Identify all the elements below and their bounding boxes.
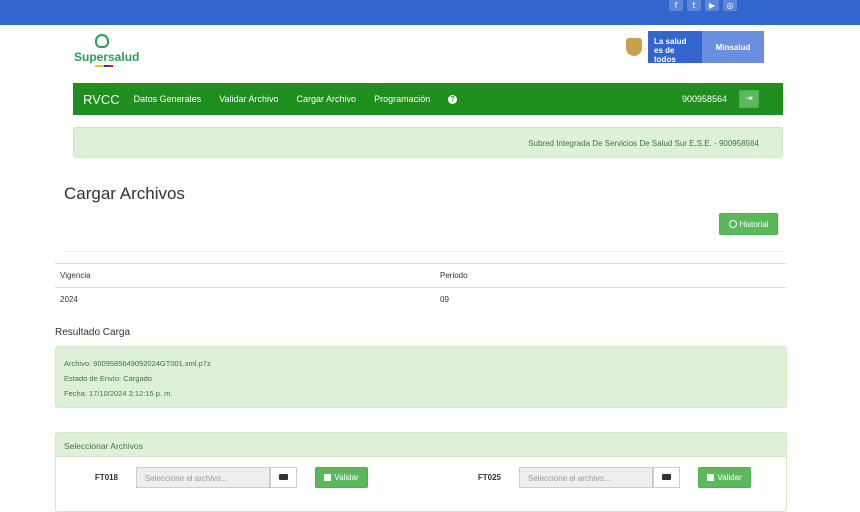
upload-result-alert: Archivo: 9009585649092024GT001.xml.p7z E… (55, 346, 787, 408)
emblem-icon (95, 34, 109, 48)
table-header-row: Vigencia Periodo (55, 263, 787, 287)
user-nit: 900958564 (681, 94, 727, 104)
nav-datos-generales[interactable]: Datos Generales (134, 94, 202, 104)
file-code: FT025 (477, 472, 501, 482)
file-input-ft018[interactable]: Seleccione el archivo... (136, 466, 270, 488)
supersalud-logo[interactable]: Supersalud (74, 34, 154, 68)
page-title: Cargar Archivos (64, 184, 185, 203)
nav-cargar-archivo[interactable]: Cargar Archivo (297, 94, 357, 104)
result-date: Fecha: 17/10/2024 3:12:15 p. m. (64, 389, 173, 398)
panel-title: Seleccionar Archivos (56, 433, 786, 457)
top-bar: f t ▶ ◎ (0, 0, 860, 25)
divider (64, 251, 784, 252)
result-status: Estado de Envío: Cargado (64, 374, 152, 383)
folder-icon (279, 474, 288, 480)
nav-validar-archivo[interactable]: Validar Archivo (219, 94, 278, 104)
instagram-icon[interactable]: ◎ (723, 0, 737, 11)
file-code: FT018 (94, 472, 118, 482)
file-row-ft018: FT018 Seleccione el archivo... Validar (82, 466, 368, 488)
brand-name: Supersalud (74, 50, 140, 64)
entity-name: Subred Integrada De Servicios De Salud S… (528, 139, 759, 148)
help-icon[interactable]: ? (448, 94, 458, 104)
result-file: Archivo: 9009585649092024GT001.xml.p7z (64, 359, 211, 368)
browse-button-ft018[interactable] (270, 466, 297, 488)
main-navbar: RVCC Datos Generales Validar Archivo Car… (73, 83, 783, 115)
cell-vigencia: 2024 (60, 295, 78, 304)
entity-banner: Subred Integrada De Servicios De Salud S… (73, 127, 783, 158)
logout-button[interactable]: ⇥ (739, 90, 759, 108)
browse-button-ft025[interactable] (653, 466, 680, 488)
social-links: f t ▶ ◎ (669, 0, 737, 11)
history-button[interactable]: Historial (719, 213, 778, 235)
ministry-label: Minsalud (702, 31, 764, 63)
save-icon (324, 473, 332, 481)
youtube-icon[interactable]: ▶ (705, 0, 719, 11)
header-periodo: Periodo (440, 271, 468, 280)
result-title: Resultado Carga (55, 327, 131, 338)
save-icon (707, 473, 715, 481)
cell-periodo: 09 (440, 295, 449, 304)
facebook-icon[interactable]: f (669, 0, 683, 11)
nav-brand[interactable]: RVCC (83, 92, 120, 107)
file-input-ft025[interactable]: Seleccione el archivo... (519, 466, 653, 488)
file-row-ft025: FT025 Seleccione el archivo... Validar (465, 466, 751, 488)
folder-icon (662, 474, 671, 480)
gov-slogan: La salud es de todos (648, 31, 702, 64)
validate-button-ft025[interactable]: Validar (698, 466, 751, 488)
validate-button-ft018[interactable]: Validar (315, 466, 368, 488)
header-vigencia: Vigencia (60, 271, 91, 280)
table-row: 2024 09 (55, 287, 787, 311)
government-banner[interactable]: La salud es de todos Minsalud (620, 31, 764, 64)
nav-programacion[interactable]: Programación (374, 94, 430, 104)
twitter-icon[interactable]: t (687, 0, 701, 11)
flag-stripe (95, 65, 113, 67)
period-table: Vigencia Periodo 2024 09 (55, 263, 787, 311)
clock-icon (728, 220, 737, 228)
coat-of-arms-icon (620, 31, 648, 63)
